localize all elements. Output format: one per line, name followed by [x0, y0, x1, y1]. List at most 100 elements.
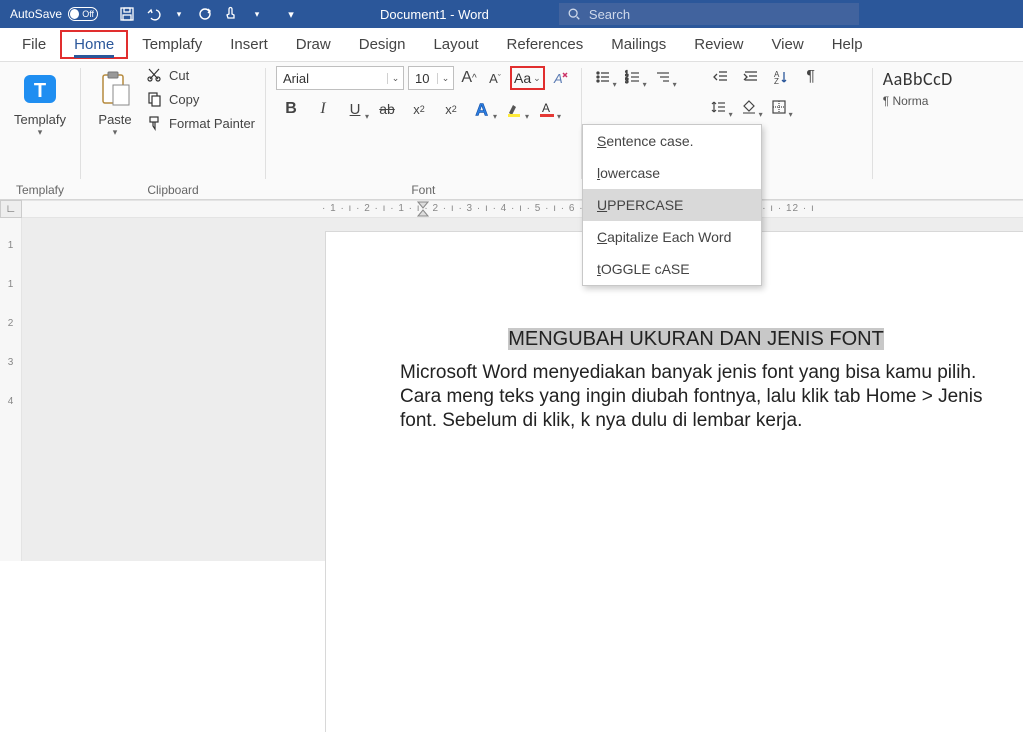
tab-file[interactable]: File: [8, 30, 60, 59]
svg-text:A: A: [542, 101, 550, 115]
templafy-button[interactable]: T Templafy ▾: [10, 66, 70, 137]
font-size-value: 10: [409, 71, 435, 86]
svg-text:3: 3: [625, 79, 629, 85]
chevron-down-icon: ▾: [493, 112, 497, 121]
bold-button[interactable]: B: [280, 98, 302, 120]
cut-label: Cut: [169, 68, 189, 83]
body-paragraph[interactable]: Microsoft Word menyediakan banyak jenis …: [400, 361, 992, 432]
qat-customize-icon[interactable]: ▾: [280, 3, 302, 25]
copy-button[interactable]: Copy: [145, 90, 255, 108]
grow-font-icon[interactable]: A^: [458, 67, 480, 89]
copy-label: Copy: [169, 92, 199, 107]
strikethrough-button[interactable]: ab: [376, 98, 398, 120]
text-effects-button[interactable]: A▾: [472, 98, 494, 120]
tab-insert[interactable]: Insert: [216, 30, 282, 59]
format-painter-button[interactable]: Format Painter: [145, 114, 255, 132]
menu-sentence-case[interactable]: Sentence case.: [583, 125, 761, 157]
undo-dropdown-icon[interactable]: ▾: [168, 3, 190, 25]
menu-toggle-case[interactable]: tOGGLE cASE: [583, 253, 761, 285]
paste-label: Paste: [98, 112, 131, 127]
shading-button[interactable]: ▾: [738, 96, 760, 118]
group-templafy: T Templafy ▾ Templafy: [0, 62, 80, 199]
tab-layout[interactable]: Layout: [419, 30, 492, 59]
autosave-toggle[interactable]: AutoSave Off: [0, 7, 108, 21]
chevron-down-icon: ▾: [673, 80, 677, 89]
tab-selector[interactable]: ∟: [0, 200, 22, 218]
multilevel-list-button[interactable]: ▾: [652, 66, 674, 88]
menu-capitalize[interactable]: Capitalize Each Word: [583, 221, 761, 253]
tab-draw[interactable]: Draw: [282, 30, 345, 59]
menu-uppercase[interactable]: UPPERCASE: [583, 189, 761, 221]
tab-templafy[interactable]: Templafy: [128, 30, 216, 59]
borders-button[interactable]: ▾: [768, 96, 790, 118]
group-label-font: Font: [276, 181, 571, 197]
menu-lowercase[interactable]: lowercase: [583, 157, 761, 189]
selected-heading[interactable]: MENGUBAH UKURAN DAN JENIS FONT: [508, 328, 884, 350]
toggle-knob-icon: [70, 9, 79, 19]
templafy-btn-label: Templafy: [14, 112, 66, 127]
highlight-button[interactable]: ▾: [504, 98, 526, 120]
document-title: Document1 - Word: [380, 7, 489, 22]
page-area[interactable]: MENGUBAH UKURAN DAN JENIS FONT Microsoft…: [22, 218, 1023, 561]
chevron-down-icon: ▾: [38, 129, 43, 135]
chevron-down-icon: ▾: [365, 112, 369, 121]
touch-dropdown-icon[interactable]: ▾: [246, 3, 268, 25]
change-case-button[interactable]: Aa ⌄: [510, 66, 545, 90]
group-font: Arial ⌄ 10 ⌄ A^ Aˇ Aa ⌄ A: [266, 62, 581, 199]
toggle-switch[interactable]: Off: [68, 7, 98, 21]
decrease-indent-button[interactable]: [710, 66, 732, 88]
style-preview: AaBbCcD: [883, 68, 953, 90]
italic-button[interactable]: I: [312, 98, 334, 120]
line-spacing-button[interactable]: ▾: [708, 96, 730, 118]
cut-button[interactable]: Cut: [145, 66, 255, 84]
copy-icon: [145, 90, 163, 108]
bullets-button[interactable]: ▾: [592, 66, 614, 88]
paste-button[interactable]: Paste ▾: [91, 66, 139, 137]
horizontal-ruler[interactable]: · 1 · ı · 2 · ı · 1 · ı · 2 · ı · 3 · ı …: [22, 200, 1023, 218]
group-clipboard: Paste ▾ Cut Copy: [81, 62, 265, 199]
sort-button[interactable]: AZ: [770, 66, 792, 88]
font-size-combo[interactable]: 10 ⌄: [408, 66, 454, 90]
chevron-down-icon: ▾: [525, 112, 529, 121]
clear-formatting-icon[interactable]: A: [549, 67, 571, 89]
tab-references[interactable]: References: [493, 30, 598, 59]
touch-mode-icon[interactable]: [220, 3, 242, 25]
chevron-down-icon: ▾: [729, 110, 733, 119]
title-bar: AutoSave Off ▾ ▾ ▾ Document1 - Word Sear…: [0, 0, 1023, 28]
svg-text:A: A: [553, 71, 563, 86]
style-gallery-item[interactable]: AaBbCcD ¶ Norma: [883, 66, 953, 108]
svg-text:Z: Z: [774, 77, 779, 85]
tab-mailings[interactable]: Mailings: [597, 30, 680, 59]
autosave-state: Off: [82, 9, 94, 19]
change-case-icon: Aa: [514, 70, 531, 86]
undo-icon[interactable]: [142, 3, 164, 25]
underline-button[interactable]: U▾: [344, 98, 366, 120]
ribbon: T Templafy ▾ Templafy Paste ▾: [0, 62, 1023, 200]
numbering-button[interactable]: 123▾: [622, 66, 644, 88]
tab-review[interactable]: Review: [680, 30, 757, 59]
save-icon[interactable]: [116, 3, 138, 25]
tab-home[interactable]: Home: [60, 30, 128, 59]
search-box[interactable]: Search: [559, 3, 859, 25]
font-color-button[interactable]: A▾: [536, 98, 558, 120]
font-name-combo[interactable]: Arial ⌄: [276, 66, 404, 90]
tab-view[interactable]: View: [757, 30, 817, 59]
chevron-down-icon: ▾: [759, 110, 763, 119]
redo-icon[interactable]: [194, 3, 216, 25]
chevron-down-icon: ⌄: [533, 73, 541, 84]
workspace: 1 1 2 3 4 MENGUBAH UKURAN DAN JENIS FONT…: [0, 218, 1023, 561]
show-marks-button[interactable]: ¶: [800, 66, 822, 88]
style-name: ¶ Norma: [883, 94, 929, 108]
superscript-button[interactable]: x2: [440, 98, 462, 120]
increase-indent-button[interactable]: [740, 66, 762, 88]
chevron-down-icon: ▾: [557, 112, 561, 121]
svg-text:T: T: [34, 80, 46, 102]
templafy-logo-icon: T: [20, 68, 60, 110]
tab-help[interactable]: Help: [818, 30, 877, 59]
document-page[interactable]: MENGUBAH UKURAN DAN JENIS FONT Microsoft…: [326, 232, 1023, 732]
autosave-label: AutoSave: [10, 7, 62, 21]
tab-design[interactable]: Design: [345, 30, 420, 59]
vertical-ruler[interactable]: 1 1 2 3 4: [0, 218, 22, 561]
subscript-button[interactable]: x2: [408, 98, 430, 120]
shrink-font-icon[interactable]: Aˇ: [484, 67, 506, 89]
